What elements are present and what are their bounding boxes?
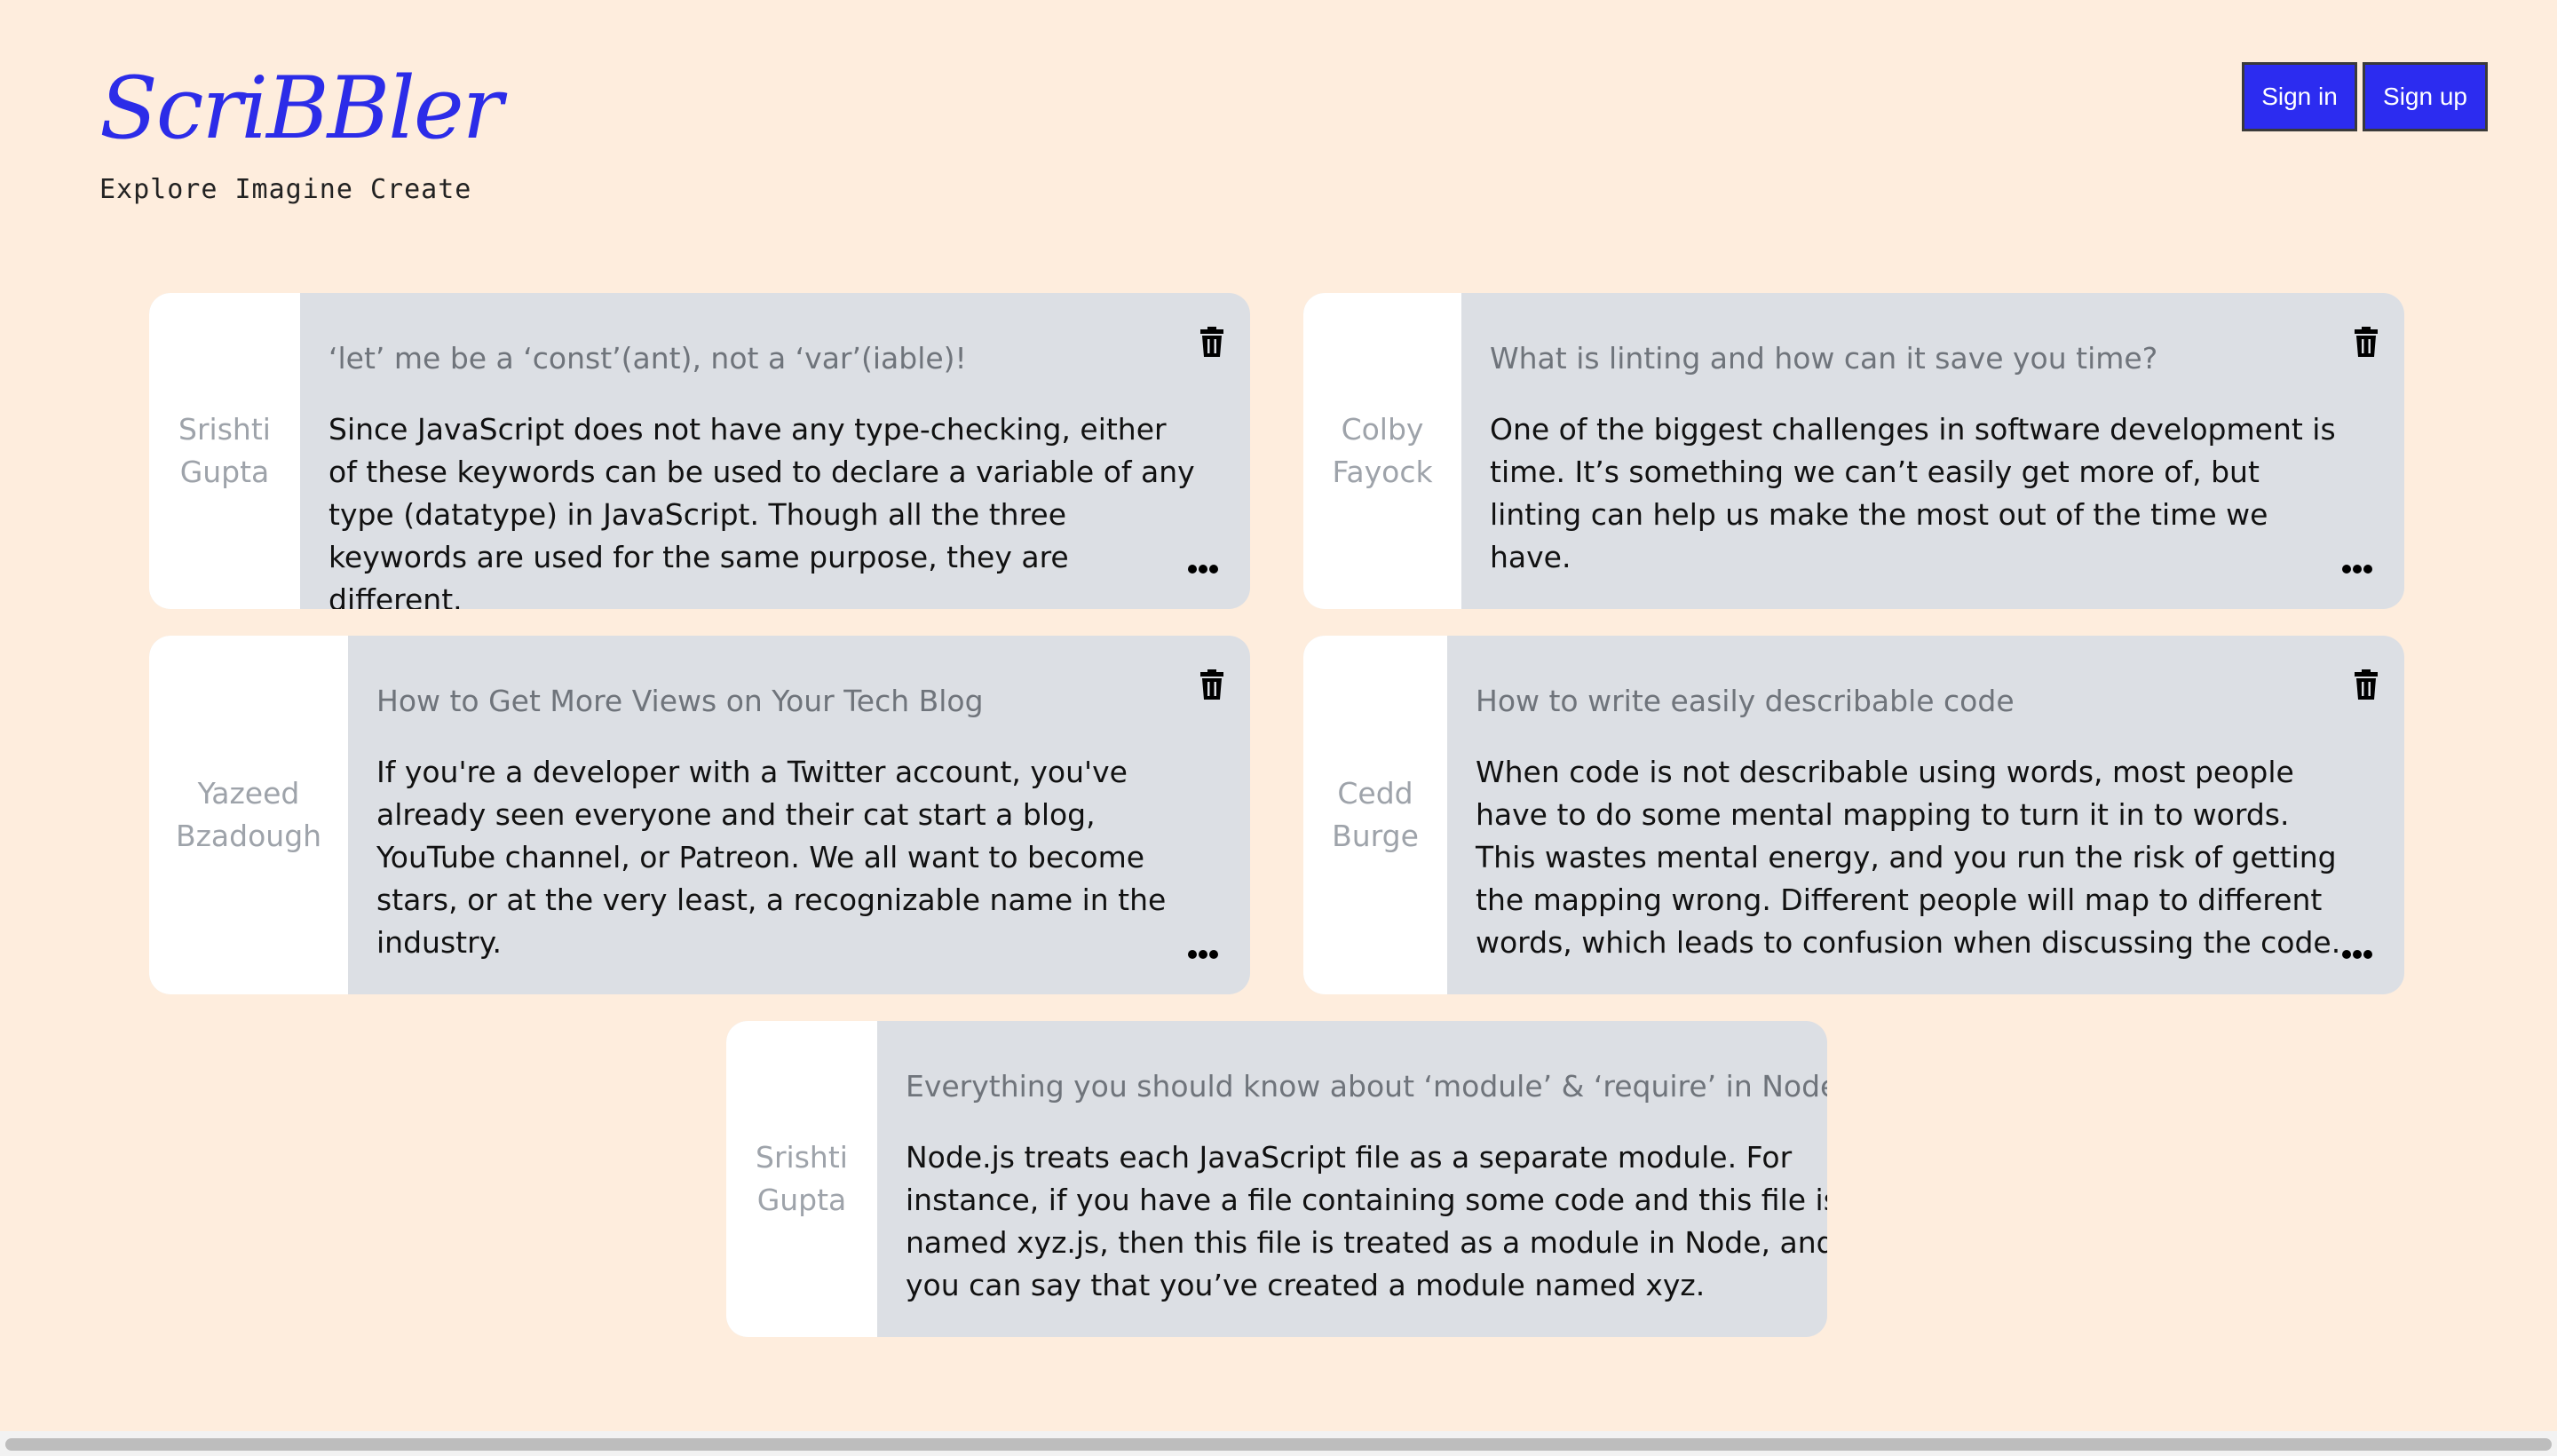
post-body: Since JavaScript does not have any type-… <box>329 412 1195 609</box>
post-author: Srishti Gupta <box>149 293 300 609</box>
post-card[interactable]: Srishti Gupta Everything you should know… <box>726 1021 1827 1337</box>
site-logo[interactable]: ScriBBler <box>99 66 503 151</box>
trash-icon[interactable] <box>2353 669 2379 700</box>
post-content: Everything you should know about ‘module… <box>877 1021 1827 1337</box>
more-options-icon[interactable] <box>1188 950 1218 959</box>
post-body: One of the biggest challenges in softwar… <box>1490 412 2336 574</box>
more-options-icon[interactable] <box>2342 950 2372 959</box>
sign-in-button[interactable]: Sign in <box>2242 62 2357 131</box>
post-title: How to write easily describable code <box>1476 684 2015 718</box>
more-options-icon[interactable] <box>1188 565 1218 574</box>
post-title: ‘let’ me be a ‘const’(ant), not a ‘var’(… <box>329 341 967 376</box>
horizontal-scrollbar[interactable] <box>0 1431 2557 1456</box>
post-card[interactable]: Yazeed Bzadough How to Get More Views on… <box>149 636 1250 994</box>
post-title: What is linting and how can it save you … <box>1490 341 2158 376</box>
post-card[interactable]: Cedd Burge How to write easily describab… <box>1303 636 2404 994</box>
scrollbar-thumb[interactable] <box>5 1438 2552 1451</box>
post-content: How to write easily describable code Whe… <box>1447 636 2404 994</box>
post-body: If you're a developer with a Twitter acc… <box>376 755 1167 960</box>
post-body: Node.js treats each JavaScript file as a… <box>906 1140 1827 1302</box>
site-header: ScriBBler Explore Imagine Create <box>99 66 503 205</box>
post-content: What is linting and how can it save you … <box>1461 293 2404 609</box>
sign-up-button[interactable]: Sign up <box>2363 62 2488 131</box>
post-content: How to Get More Views on Your Tech Blog … <box>348 636 1250 994</box>
post-body: When code is not describable using words… <box>1476 755 2341 960</box>
trash-icon[interactable] <box>1199 327 1225 357</box>
more-options-icon[interactable] <box>2342 565 2372 574</box>
post-content: ‘let’ me be a ‘const’(ant), not a ‘var’(… <box>300 293 1250 609</box>
post-title: Everything you should know about ‘module… <box>906 1069 1827 1104</box>
post-title: How to Get More Views on Your Tech Blog <box>376 684 984 718</box>
auth-buttons: Sign in Sign up <box>2242 62 2488 131</box>
post-author: Srishti Gupta <box>726 1021 877 1337</box>
site-tagline: Explore Imagine Create <box>99 174 472 205</box>
post-card[interactable]: Colby Fayock What is linting and how can… <box>1303 293 2404 609</box>
post-author: Colby Fayock <box>1303 293 1461 609</box>
post-author: Cedd Burge <box>1303 636 1447 994</box>
post-card[interactable]: Srishti Gupta ‘let’ me be a ‘const’(ant)… <box>149 293 1250 609</box>
trash-icon[interactable] <box>2353 327 2379 357</box>
post-author: Yazeed Bzadough <box>149 636 348 994</box>
trash-icon[interactable] <box>1199 669 1225 700</box>
